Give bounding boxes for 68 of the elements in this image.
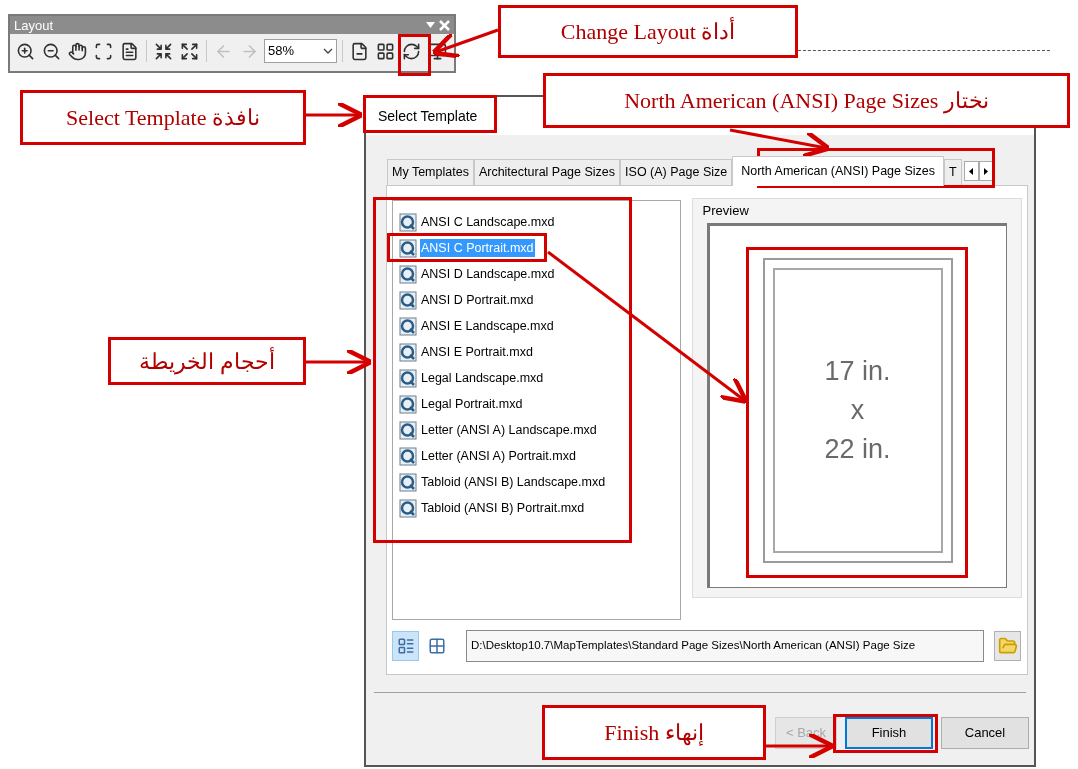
callout-tooltip: North American (ANSI) Page Sizes نختار xyxy=(543,73,1070,128)
map-document-icon xyxy=(399,446,417,466)
map-document-icon xyxy=(399,316,417,336)
dialog-button[interactable]: Finish xyxy=(845,717,933,749)
map-document-icon xyxy=(399,342,417,362)
callout-arrow xyxy=(306,100,365,130)
map-document-icon xyxy=(399,394,417,414)
preview-label: Preview xyxy=(702,202,749,220)
tab[interactable]: North American (ANSI) Page Sizes xyxy=(732,156,945,186)
tab[interactable]: Architectural Page Sizes xyxy=(473,159,621,185)
view-mode-button[interactable] xyxy=(392,631,419,661)
tab[interactable]: My Templates xyxy=(387,159,474,185)
template-item[interactable]: Tabloid (ANSI B) Landscape.mxd xyxy=(420,472,607,492)
template-item[interactable]: Tabloid (ANSI B) Portrait.mxd xyxy=(420,498,586,518)
grid-view-icon xyxy=(427,637,446,655)
document-minus-icon xyxy=(350,41,369,61)
map-document-icon xyxy=(399,420,417,440)
document-icon xyxy=(120,41,139,61)
template-item[interactable]: ANSI D Portrait.mxd xyxy=(420,290,535,310)
map-document-icon xyxy=(399,472,417,492)
template-item[interactable]: ANSI D Landscape.mxd xyxy=(420,264,556,284)
map-document-icon xyxy=(399,264,417,284)
callout-tooltip: Finish إنهاء xyxy=(542,705,766,760)
template-item[interactable]: Letter (ANSI A) Portrait.mxd xyxy=(420,446,577,466)
template-item[interactable]: ANSI E Portrait.mxd xyxy=(420,342,534,362)
tab[interactable]: ISO (A) Page Size xyxy=(620,159,733,185)
tab[interactable]: T xyxy=(944,159,962,185)
callout-tooltip: أحجام الخريطة xyxy=(108,337,306,385)
hand-icon xyxy=(68,41,87,61)
map-document-icon xyxy=(399,368,417,388)
folder-icon xyxy=(997,636,1018,656)
dropdown-caret-icon[interactable] xyxy=(426,22,435,28)
page-size-text: x xyxy=(850,394,865,427)
highlight-frame xyxy=(398,34,431,76)
zoom-out-icon xyxy=(42,41,61,61)
tab-scroll-left-button[interactable] xyxy=(963,161,979,181)
map-document-icon xyxy=(399,498,417,518)
chevron-down-icon xyxy=(323,48,333,54)
expand-icon xyxy=(180,41,199,61)
map-document-icon xyxy=(399,238,417,258)
zoom-in-icon xyxy=(16,41,35,61)
grid-icon xyxy=(376,41,395,61)
template-item[interactable]: Legal Landscape.mxd xyxy=(420,368,545,388)
list-view-icon xyxy=(396,637,415,655)
dialog-button[interactable]: Cancel xyxy=(941,717,1029,749)
right-triangle-icon xyxy=(984,167,989,175)
monitor-icon xyxy=(428,41,447,61)
template-item[interactable]: ANSI E Landscape.mxd xyxy=(420,316,555,336)
left-triangle-icon xyxy=(969,167,974,175)
template-item[interactable]: Letter (ANSI A) Landscape.mxd xyxy=(420,420,598,440)
toolbar-title: Layout xyxy=(14,18,54,32)
scan-icon xyxy=(94,41,113,61)
path-field[interactable]: D:\Desktop10.7\MapTemplates\Standard Page Sizes\North American (ANSI) Page Size xyxy=(466,630,984,662)
page-size-text: 22 in. xyxy=(824,433,891,466)
map-document-icon xyxy=(399,212,417,232)
map-document-icon xyxy=(399,290,417,310)
refresh-icon xyxy=(402,41,421,61)
close-icon[interactable] xyxy=(439,19,450,31)
callout-arrow xyxy=(430,28,499,59)
callout-tooltip: Select Template نافذة xyxy=(20,90,306,145)
callout-tooltip: Change Layout أداة xyxy=(498,5,798,58)
page-size-text: 17 in. xyxy=(824,355,891,388)
shrink-icon xyxy=(154,41,173,61)
template-item[interactable]: ANSI C Landscape.mxd xyxy=(420,212,556,232)
callout-arrow xyxy=(306,347,374,377)
zoom-dropdown[interactable]: 58% xyxy=(264,39,337,63)
dialog-title: Select Template xyxy=(378,108,478,124)
template-item[interactable]: Legal Portrait.mxd xyxy=(420,394,524,414)
